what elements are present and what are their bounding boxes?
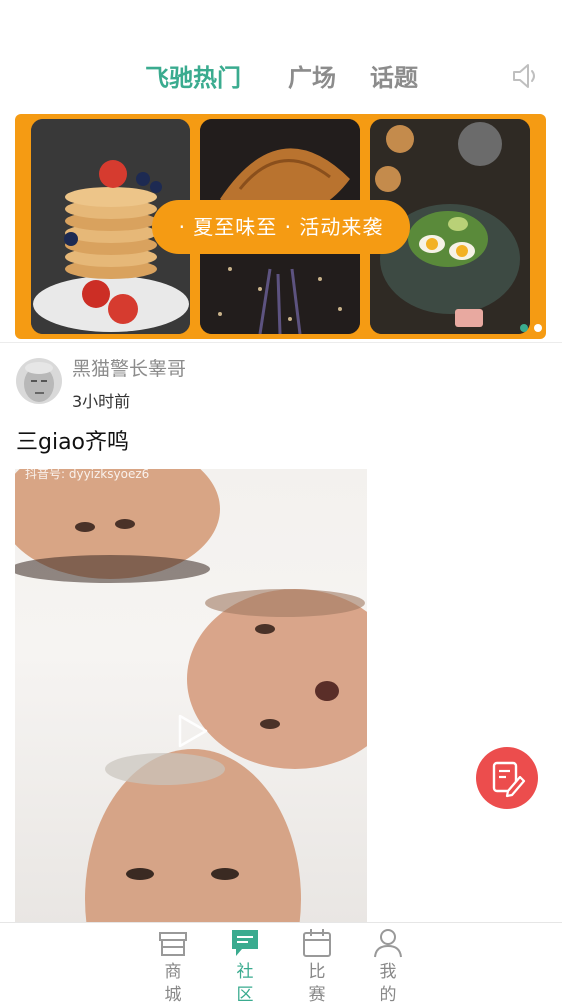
avatar[interactable] [16,358,62,404]
edit-icon [492,761,526,798]
post-username[interactable]: 黑猫警长睾哥 [72,354,186,381]
tab-topics[interactable]: 话题 [370,58,418,93]
banner-indicator [534,324,542,332]
nav-item-store[interactable]: 商城 [143,923,203,1005]
nav-item-profile[interactable]: 我的 [358,923,418,1005]
video-watermark: 抖音号: dyyizksyoez6 [25,469,150,481]
post-title[interactable]: 三giao齐鸣 [16,424,129,456]
post-video[interactable]: 抖音号: dyyizksyoez6 [15,469,367,924]
compose-post-button[interactable] [476,747,538,809]
user-icon [374,929,402,958]
nav-label-community: 社区 [236,962,254,1005]
nav-label-store: 商城 [164,962,182,1005]
bottom-nav: 商城 社区 比赛 我的 [0,922,562,1005]
tab-hot[interactable]: 飞驰热门 [145,58,241,93]
nav-label-profile: 我的 [379,962,397,1005]
tab-square[interactable]: 广场 [288,58,336,93]
promo-banner[interactable]: · 夏至味至 · 活动来袭 [15,114,546,339]
calendar-icon [303,929,331,957]
banner-caption: · 夏至味至 · 活动来袭 [152,200,410,254]
community-icon [232,930,258,956]
nav-item-match[interactable]: 比赛 [287,923,347,1005]
nav-label-match: 比赛 [308,962,326,1005]
speaker-icon[interactable] [509,60,541,92]
post-time: 3小时前 [72,392,131,411]
banner-indicator-active [520,324,528,332]
top-tab-bar: 飞驰热门 广场 话题 [0,58,562,96]
nav-item-community[interactable]: 社区 [215,923,275,1005]
play-icon[interactable] [172,712,210,750]
store-icon [159,932,187,956]
divider [0,342,562,343]
